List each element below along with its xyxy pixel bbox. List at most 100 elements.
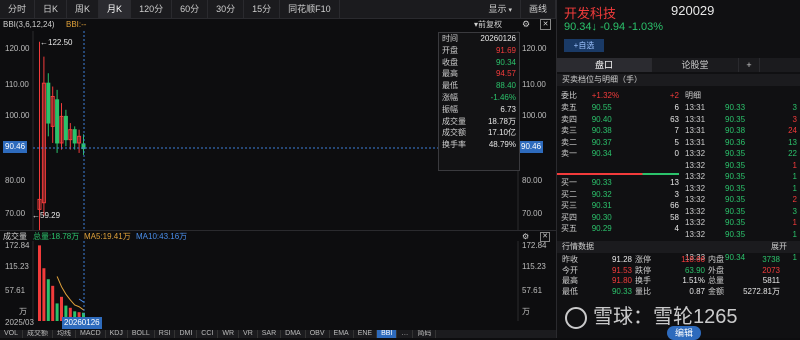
depth-price: 90.34 bbox=[591, 149, 612, 158]
tooltip-row: 成交额 17.10亿 bbox=[439, 127, 519, 139]
depth-row[interactable]: 卖二 90.37 5 bbox=[557, 137, 679, 149]
quote-value: 1.51% bbox=[682, 276, 705, 285]
volume-bar bbox=[51, 285, 55, 321]
tooltip-key: 最高 bbox=[442, 69, 458, 79]
tab-120min[interactable]: 120分 bbox=[131, 0, 173, 18]
depth-row[interactable]: 卖一 90.34 0 bbox=[557, 148, 679, 160]
vol-tick-right-2: 115.23 bbox=[522, 262, 546, 271]
quote-value: 0.87 bbox=[689, 286, 705, 296]
quote-value: 3738 bbox=[762, 255, 780, 264]
indicator-tab[interactable]: … bbox=[397, 330, 414, 338]
indicator-tab[interactable]: EMA bbox=[330, 330, 354, 338]
candle-body[interactable] bbox=[72, 129, 77, 144]
indicator-tab[interactable]: BBI bbox=[377, 330, 398, 338]
indicator-tab[interactable]: BOLL bbox=[128, 330, 155, 338]
depth-price: 90.31 bbox=[591, 201, 612, 210]
tooltip-key: 涨幅 bbox=[442, 92, 458, 102]
draw-line-button[interactable]: 画线 bbox=[521, 0, 556, 18]
weibi-value: +1.32% bbox=[591, 91, 620, 100]
depth-volume: 3 bbox=[674, 189, 679, 199]
high-annotation: ←122.50 bbox=[40, 38, 73, 47]
tab-fenshi[interactable]: 分时 bbox=[0, 0, 36, 18]
tick-time: 13:32 bbox=[685, 183, 706, 193]
indicator-tab[interactable]: VOL bbox=[0, 330, 24, 338]
depth-row[interactable]: 买五 90.29 4 bbox=[557, 223, 679, 235]
indicator-tab[interactable]: SAR bbox=[258, 330, 282, 338]
quote-key: 最高 bbox=[562, 276, 578, 285]
indicator-tab[interactable]: DMI bbox=[175, 330, 198, 338]
expand-button[interactable]: 展开 bbox=[771, 241, 787, 253]
depth-row[interactable]: 买三 90.31 66 bbox=[557, 200, 679, 212]
weibi-label: 委比 bbox=[561, 91, 577, 100]
watermark-text: 雪球：雪轮1265 bbox=[593, 306, 738, 328]
x-axis-start: 2025/03 bbox=[5, 318, 34, 327]
candle-body[interactable] bbox=[46, 82, 51, 124]
add-watchlist-button[interactable]: +自选 bbox=[564, 39, 604, 52]
indicator-tab[interactable]: 均线 bbox=[53, 330, 77, 338]
settings-icon[interactable]: ⚙ bbox=[522, 18, 530, 31]
tab-week-k[interactable]: 周K bbox=[67, 0, 100, 18]
tooltip-row: 时间 20260126 bbox=[439, 33, 519, 45]
depth-level: 卖二 bbox=[561, 137, 577, 147]
indicator-name[interactable]: BBI(3,6,12,24) bbox=[3, 18, 55, 31]
tab-15min[interactable]: 15分 bbox=[244, 0, 281, 18]
indicator-tab[interactable]: ENE bbox=[354, 330, 378, 338]
indicator-tab[interactable]: VR bbox=[239, 330, 258, 338]
indicator-tab[interactable]: KDJ bbox=[106, 330, 128, 338]
tab-lungutang[interactable]: 论股堂 bbox=[652, 58, 739, 72]
candle-body[interactable] bbox=[55, 99, 60, 144]
weibi-row: 委比 +1.32% +2 bbox=[557, 90, 679, 102]
tick-time: 13:31 bbox=[685, 114, 706, 124]
quote-key: 金额 bbox=[708, 286, 724, 296]
quote-value: 5272.81万 bbox=[743, 286, 780, 296]
tick-volume: 2 bbox=[792, 195, 797, 204]
tick-row: 13:31 90.38 24 bbox=[681, 125, 799, 137]
volume-chart[interactable] bbox=[0, 241, 556, 321]
depth-level: 买三 bbox=[561, 201, 577, 210]
close-icon[interactable]: ✕ bbox=[540, 19, 551, 30]
tick-time: 13:32 bbox=[685, 218, 706, 227]
add-tab-icon[interactable]: + bbox=[739, 58, 760, 72]
indicator-tab[interactable]: DMA bbox=[281, 330, 306, 338]
tab-30min[interactable]: 30分 bbox=[208, 0, 245, 18]
tick-price: 90.38 bbox=[725, 126, 746, 135]
tab-pankou[interactable]: 盘口 bbox=[557, 58, 652, 72]
rights-adjust-menu[interactable]: ▾前复权 bbox=[474, 18, 502, 31]
tab-day-k[interactable]: 日K bbox=[35, 0, 68, 18]
indicator-tab[interactable]: CCI bbox=[197, 330, 219, 338]
tooltip-value: -1.46% bbox=[490, 92, 516, 102]
indicator-tab[interactable]: 简码 bbox=[413, 330, 437, 338]
vol-tick-1: 172.84 bbox=[5, 241, 30, 250]
mingxi-label: 明细 bbox=[685, 91, 701, 100]
vol-tick-right-unit: 万 bbox=[522, 307, 530, 316]
display-menu[interactable]: 显示 ▾ bbox=[480, 0, 521, 18]
period-toolbar: 分时 日K 周K 月K 120分 60分 30分 15分 同花顺F10 显示 ▾ … bbox=[0, 0, 556, 19]
depth-level: 买五 bbox=[561, 224, 577, 233]
depth-row[interactable]: 买四 90.30 58 bbox=[557, 212, 679, 224]
tab-month-k[interactable]: 月K bbox=[99, 0, 132, 18]
tick-row: 13:32 90.35 1 bbox=[681, 160, 799, 172]
tick-row: 13:32 90.35 2 bbox=[681, 194, 799, 206]
indicator-tab[interactable]: WR bbox=[218, 330, 240, 338]
depth-row[interactable]: 买一 90.33 13 bbox=[557, 177, 679, 189]
indicator-tab[interactable]: 成交额 bbox=[23, 330, 54, 338]
tab-f10[interactable]: 同花顺F10 bbox=[280, 0, 340, 18]
depth-row[interactable]: 买二 90.32 3 bbox=[557, 189, 679, 201]
depth-row[interactable]: 卖三 90.38 7 bbox=[557, 125, 679, 137]
panel-tabs: 盘口 论股堂 + bbox=[557, 58, 800, 72]
depth-level: 卖一 bbox=[561, 149, 577, 158]
depth-row[interactable]: 卖五 90.55 6 bbox=[557, 102, 679, 114]
weibi-diff: +2 bbox=[669, 91, 679, 100]
tab-60min[interactable]: 60分 bbox=[172, 0, 209, 18]
candle-body[interactable] bbox=[63, 115, 68, 141]
tick-price: 90.36 bbox=[725, 137, 746, 147]
indicator-tab[interactable]: RSI bbox=[155, 330, 176, 338]
indicator-line: BBI(3,6,12,24) BBI:-- ▾前复权 ⚙ ✕ bbox=[0, 18, 556, 31]
indicator-tab[interactable]: OBV bbox=[306, 330, 330, 338]
depth-level: 卖四 bbox=[561, 114, 577, 124]
depth-row[interactable]: 卖四 90.40 63 bbox=[557, 114, 679, 126]
indicator-tab[interactable]: MACD bbox=[76, 330, 106, 338]
tick-row: 13:31 90.35 3 bbox=[681, 114, 799, 126]
depth-level: 卖五 bbox=[561, 103, 577, 112]
tooltip-value: 6.73 bbox=[500, 104, 516, 114]
